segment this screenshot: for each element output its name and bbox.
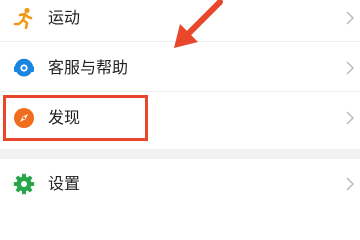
customer-service-icon xyxy=(13,57,35,79)
chevron-right-icon xyxy=(346,111,354,125)
menu-item-label: 运动 xyxy=(48,8,81,27)
highlight-box xyxy=(3,95,148,141)
chevron-right-icon xyxy=(346,11,354,25)
menu-item-label: 设置 xyxy=(48,174,81,193)
settings-menu-screen: 运动 客服与帮助 发现 设置 xyxy=(0,0,360,209)
section-separator xyxy=(0,149,360,159)
running-person-icon xyxy=(13,7,35,29)
chevron-right-icon xyxy=(346,177,354,191)
gear-icon xyxy=(13,173,35,195)
menu-item-label: 客服与帮助 xyxy=(48,58,129,77)
arrow-annotation-icon xyxy=(160,0,230,70)
chevron-right-icon xyxy=(346,61,354,75)
menu-item-settings[interactable]: 设置 xyxy=(0,162,360,206)
divider xyxy=(0,91,360,92)
